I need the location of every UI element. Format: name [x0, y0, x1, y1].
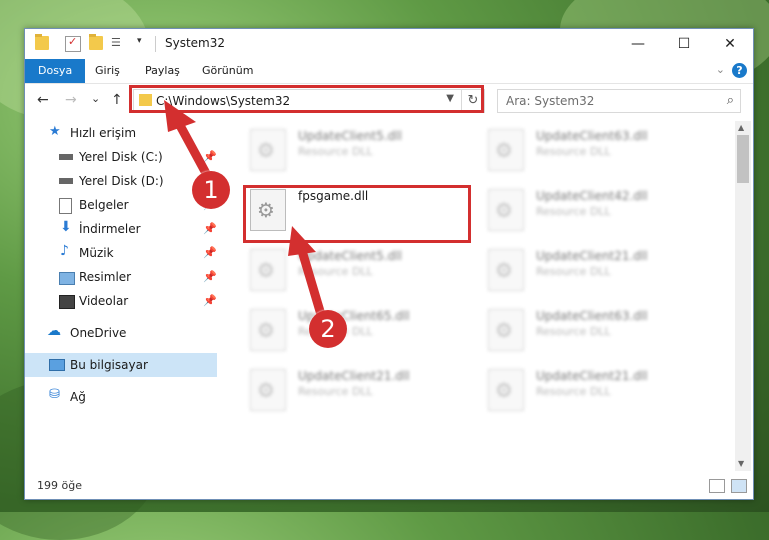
annotation-arrows — [164, 100, 327, 323]
arrow-2-shaft — [295, 239, 327, 323]
arrow-2-head — [288, 226, 316, 256]
step-2-badge: 2 — [309, 310, 347, 348]
arrow-1-head — [164, 100, 196, 132]
step-1-badge: 1 — [192, 171, 230, 209]
